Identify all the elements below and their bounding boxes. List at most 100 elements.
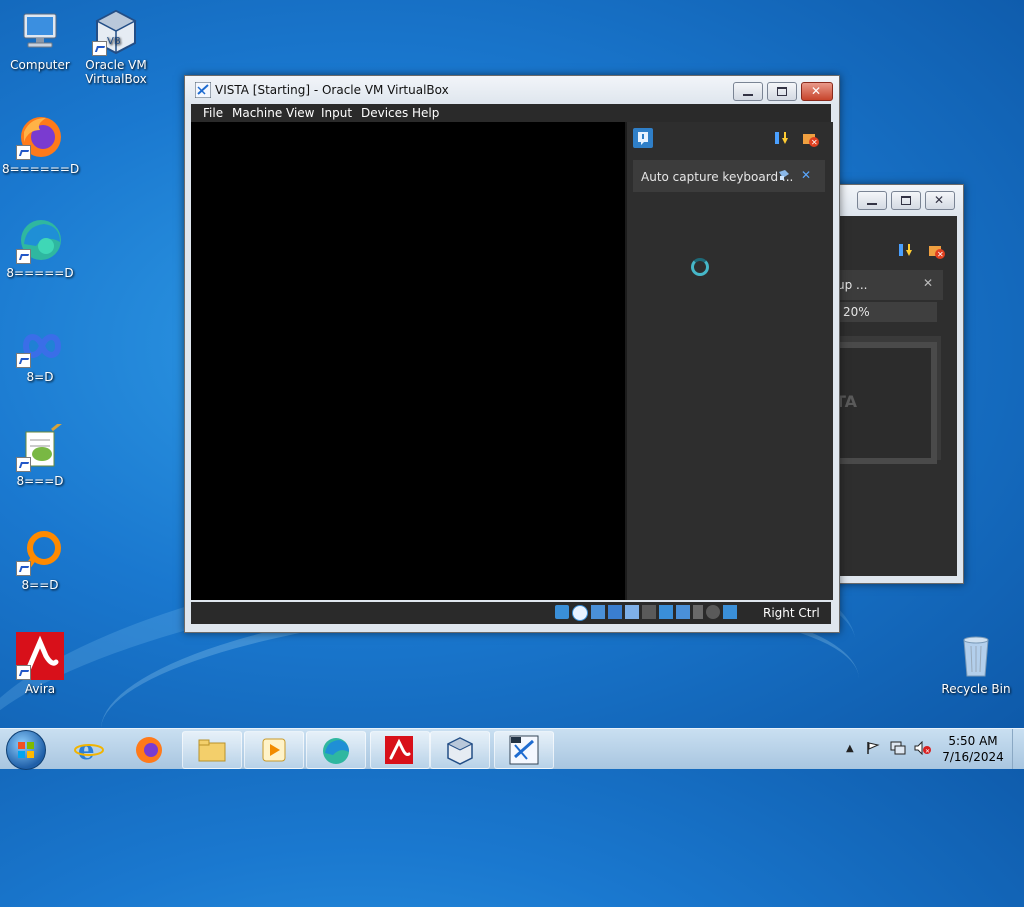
firefox-icon [134, 735, 164, 765]
window-title: VISTA [Starting] - Oracle VM VirtualBox [215, 83, 449, 97]
back-progress-text: 20% [843, 305, 870, 319]
video-capture-icon[interactable] [676, 605, 690, 619]
taskbar-media-player[interactable] [244, 731, 304, 769]
avira-icon [16, 632, 64, 680]
desktop-icon-label: Computer [10, 58, 70, 72]
vm-window-titlebar[interactable]: VISTA [Starting] - Oracle VM VirtualBox … [185, 76, 839, 104]
vista-vm-icon [509, 735, 539, 765]
desktop-icon-label: Avira [24, 682, 56, 696]
menu-bar: File Machine View Input Devices Help [191, 104, 831, 122]
shortcut-arrow-icon [16, 145, 31, 160]
desktop-icon-label: Recycle Bin [941, 682, 1011, 696]
menu-file[interactable]: File [203, 106, 223, 120]
maximize-button[interactable] [891, 191, 921, 210]
taskbar-internet-explorer[interactable]: e [60, 731, 118, 767]
taskbar-edge[interactable] [306, 731, 366, 769]
close-button[interactable]: ✕ [801, 82, 833, 101]
help-icon[interactable] [777, 168, 791, 182]
desktop-icon-computer[interactable]: Computer [2, 8, 78, 72]
shared-folders-icon[interactable] [642, 605, 656, 619]
network-icon[interactable] [608, 605, 622, 619]
vm-window[interactable]: VISTA [Starting] - Oracle VM VirtualBox … [184, 75, 840, 633]
host-key-label: Right Ctrl [763, 606, 820, 620]
notification-item: Auto capture keyboard ... ✕ [633, 160, 825, 192]
usb-icon[interactable] [625, 605, 639, 619]
notification-center-icon[interactable] [633, 128, 653, 148]
vista-vm-icon [194, 81, 212, 99]
desktop-icon-label: 8==D [21, 578, 59, 592]
shortcut-arrow-icon [92, 41, 107, 56]
taskbar-avira[interactable] [370, 731, 430, 769]
notification-center: ✕ Auto capture keyboard ... ✕ [625, 122, 833, 600]
desktop-icon-label: 8=D [26, 370, 54, 384]
firefox-icon [16, 112, 64, 160]
avira-icon [385, 736, 413, 764]
menu-input[interactable]: Input [321, 106, 352, 120]
hard-disk-icon[interactable] [555, 605, 569, 619]
menu-devices[interactable]: Devices [361, 106, 408, 120]
menu-view[interactable]: View [286, 106, 314, 120]
menu-help[interactable]: Help [412, 106, 439, 120]
computer-icon [16, 8, 64, 56]
clear-notifications-icon[interactable]: ✕ [927, 242, 945, 260]
action-center-flag-icon[interactable] [866, 741, 880, 755]
mouse-integration-icon[interactable] [706, 605, 720, 619]
media-player-icon [261, 737, 287, 763]
desktop-icon-recycle-bin[interactable]: Recycle Bin [936, 632, 1016, 696]
desktop-icon-firefox[interactable]: 8======D [2, 112, 80, 176]
taskbar-firefox[interactable] [120, 731, 178, 767]
desktop-icon-avira[interactable]: Avira [2, 632, 78, 696]
shortcut-arrow-icon [16, 665, 31, 680]
network-tray-icon[interactable] [890, 741, 906, 755]
clear-notifications-icon[interactable]: ✕ [801, 130, 819, 148]
taskbar-vista-vm[interactable] [494, 731, 554, 769]
notification-close-icon[interactable]: ✕ [923, 276, 933, 290]
shortcut-arrow-icon [16, 457, 31, 472]
folder-icon [197, 737, 227, 763]
clock-date[interactable]: 7/16/2024 [942, 750, 1004, 764]
sort-icon[interactable] [773, 130, 789, 146]
orange-ring-icon [16, 528, 64, 576]
back-notification-text: up ... [837, 278, 868, 292]
desktop-icon-label: 8======D [2, 162, 80, 176]
vm-display[interactable] [191, 122, 625, 600]
svg-text:✕: ✕ [937, 250, 944, 259]
volume-muted-icon[interactable]: ✕ [914, 740, 932, 756]
maximize-button[interactable] [767, 82, 797, 101]
edge-icon [321, 736, 351, 766]
show-desktop-button[interactable] [1012, 729, 1024, 769]
minimize-button[interactable] [733, 82, 763, 101]
svg-text:VB: VB [107, 36, 121, 47]
taskbar-virtualbox-manager[interactable] [430, 731, 490, 769]
desktop-icon-notepad-plus[interactable]: 8===D [2, 420, 78, 488]
sort-icon[interactable] [897, 242, 913, 258]
svg-text:✕: ✕ [925, 748, 930, 755]
svg-text:✕: ✕ [811, 138, 818, 147]
recycle-bin-icon [952, 632, 1000, 680]
desktop-icon-orange-ring[interactable]: 8==D [2, 528, 78, 592]
minimize-button[interactable] [857, 191, 887, 210]
host-key-icon[interactable] [723, 605, 737, 619]
svg-text:e: e [78, 736, 95, 763]
audio-icon[interactable] [591, 605, 605, 619]
desktop-icon-infinity[interactable]: 8=D [2, 320, 78, 384]
virtualbox-icon: VB [92, 8, 140, 56]
desktop-icon-virtualbox[interactable]: VB Oracle VM VirtualBox [78, 8, 154, 86]
close-button[interactable]: ✕ [925, 191, 955, 210]
menu-machine[interactable]: Machine [232, 106, 282, 120]
desktop-icon-label: 8=====D [6, 266, 74, 280]
start-button[interactable] [6, 730, 46, 770]
loading-spinner-icon [691, 258, 709, 276]
notification-close-icon[interactable]: ✕ [801, 168, 811, 182]
show-hidden-icons-icon[interactable]: ▲ [846, 743, 854, 754]
display-icon[interactable] [659, 605, 673, 619]
cpu-icon[interactable] [693, 605, 703, 619]
infinity-icon [16, 320, 64, 368]
edge-icon [16, 216, 64, 264]
desktop-icon-label: Oracle VM VirtualBox [85, 58, 147, 86]
shortcut-arrow-icon [16, 561, 31, 576]
desktop-icon-edge[interactable]: 8=====D [2, 216, 78, 280]
taskbar-file-explorer[interactable] [182, 731, 242, 769]
clock-time[interactable]: 5:50 AM [942, 734, 1004, 748]
optical-drive-icon[interactable] [572, 605, 588, 621]
